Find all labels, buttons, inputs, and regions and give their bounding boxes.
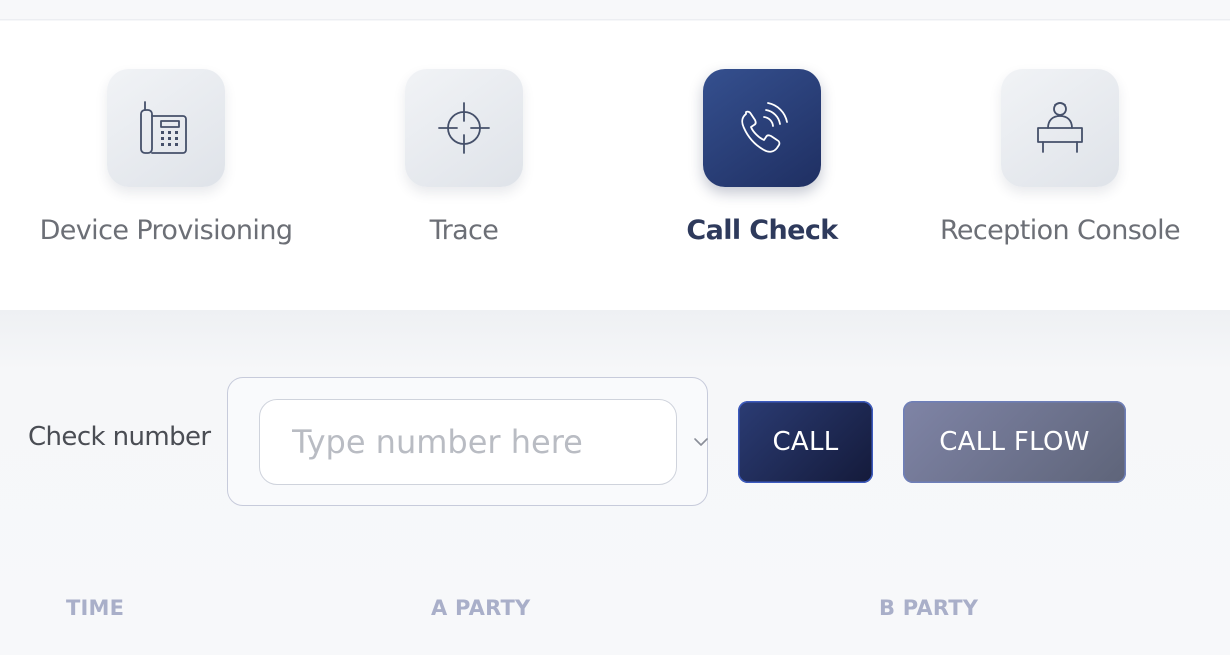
- check-number-frame: [227, 377, 708, 506]
- tool-device-provisioning[interactable]: Device Provisioning: [26, 69, 306, 246]
- tool-label: Call Check: [686, 215, 838, 246]
- crosshair-icon: [438, 102, 490, 154]
- column-header-time[interactable]: TIME: [66, 596, 124, 620]
- tool-tile: [1001, 69, 1119, 187]
- desk-phone-icon: [140, 101, 187, 154]
- tool-label: Reception Console: [939, 215, 1181, 246]
- tool-tile: [703, 69, 821, 187]
- top-strip: [0, 0, 1230, 20]
- check-number-label: Check number: [28, 422, 211, 452]
- tool-call-check[interactable]: Call Check: [622, 69, 902, 246]
- chevron-down-icon[interactable]: [691, 436, 711, 448]
- column-header-b-party[interactable]: B PARTY: [879, 596, 978, 620]
- call-flow-button[interactable]: CALL FLOW: [903, 401, 1126, 483]
- receptionist-desk-icon: [1037, 102, 1083, 153]
- tool-tile: [107, 69, 225, 187]
- tool-bar: Device Provisioning Trace Call Check Rec…: [0, 21, 1230, 310]
- tool-label: Device Provisioning: [39, 215, 293, 246]
- tool-trace[interactable]: Trace: [324, 69, 604, 246]
- check-number-input[interactable]: [292, 423, 691, 461]
- phone-ringing-icon: [741, 102, 788, 153]
- tool-reception-console[interactable]: Reception Console: [920, 69, 1200, 246]
- tool-tile: [405, 69, 523, 187]
- check-number-combobox[interactable]: [259, 399, 708, 485]
- column-header-a-party[interactable]: A PARTY: [431, 596, 530, 620]
- call-button[interactable]: CALL: [738, 401, 873, 483]
- call-check-panel: Check number CALL CALL FLOW TIME A PARTY…: [0, 310, 1230, 655]
- tool-label: Trace: [429, 215, 499, 246]
